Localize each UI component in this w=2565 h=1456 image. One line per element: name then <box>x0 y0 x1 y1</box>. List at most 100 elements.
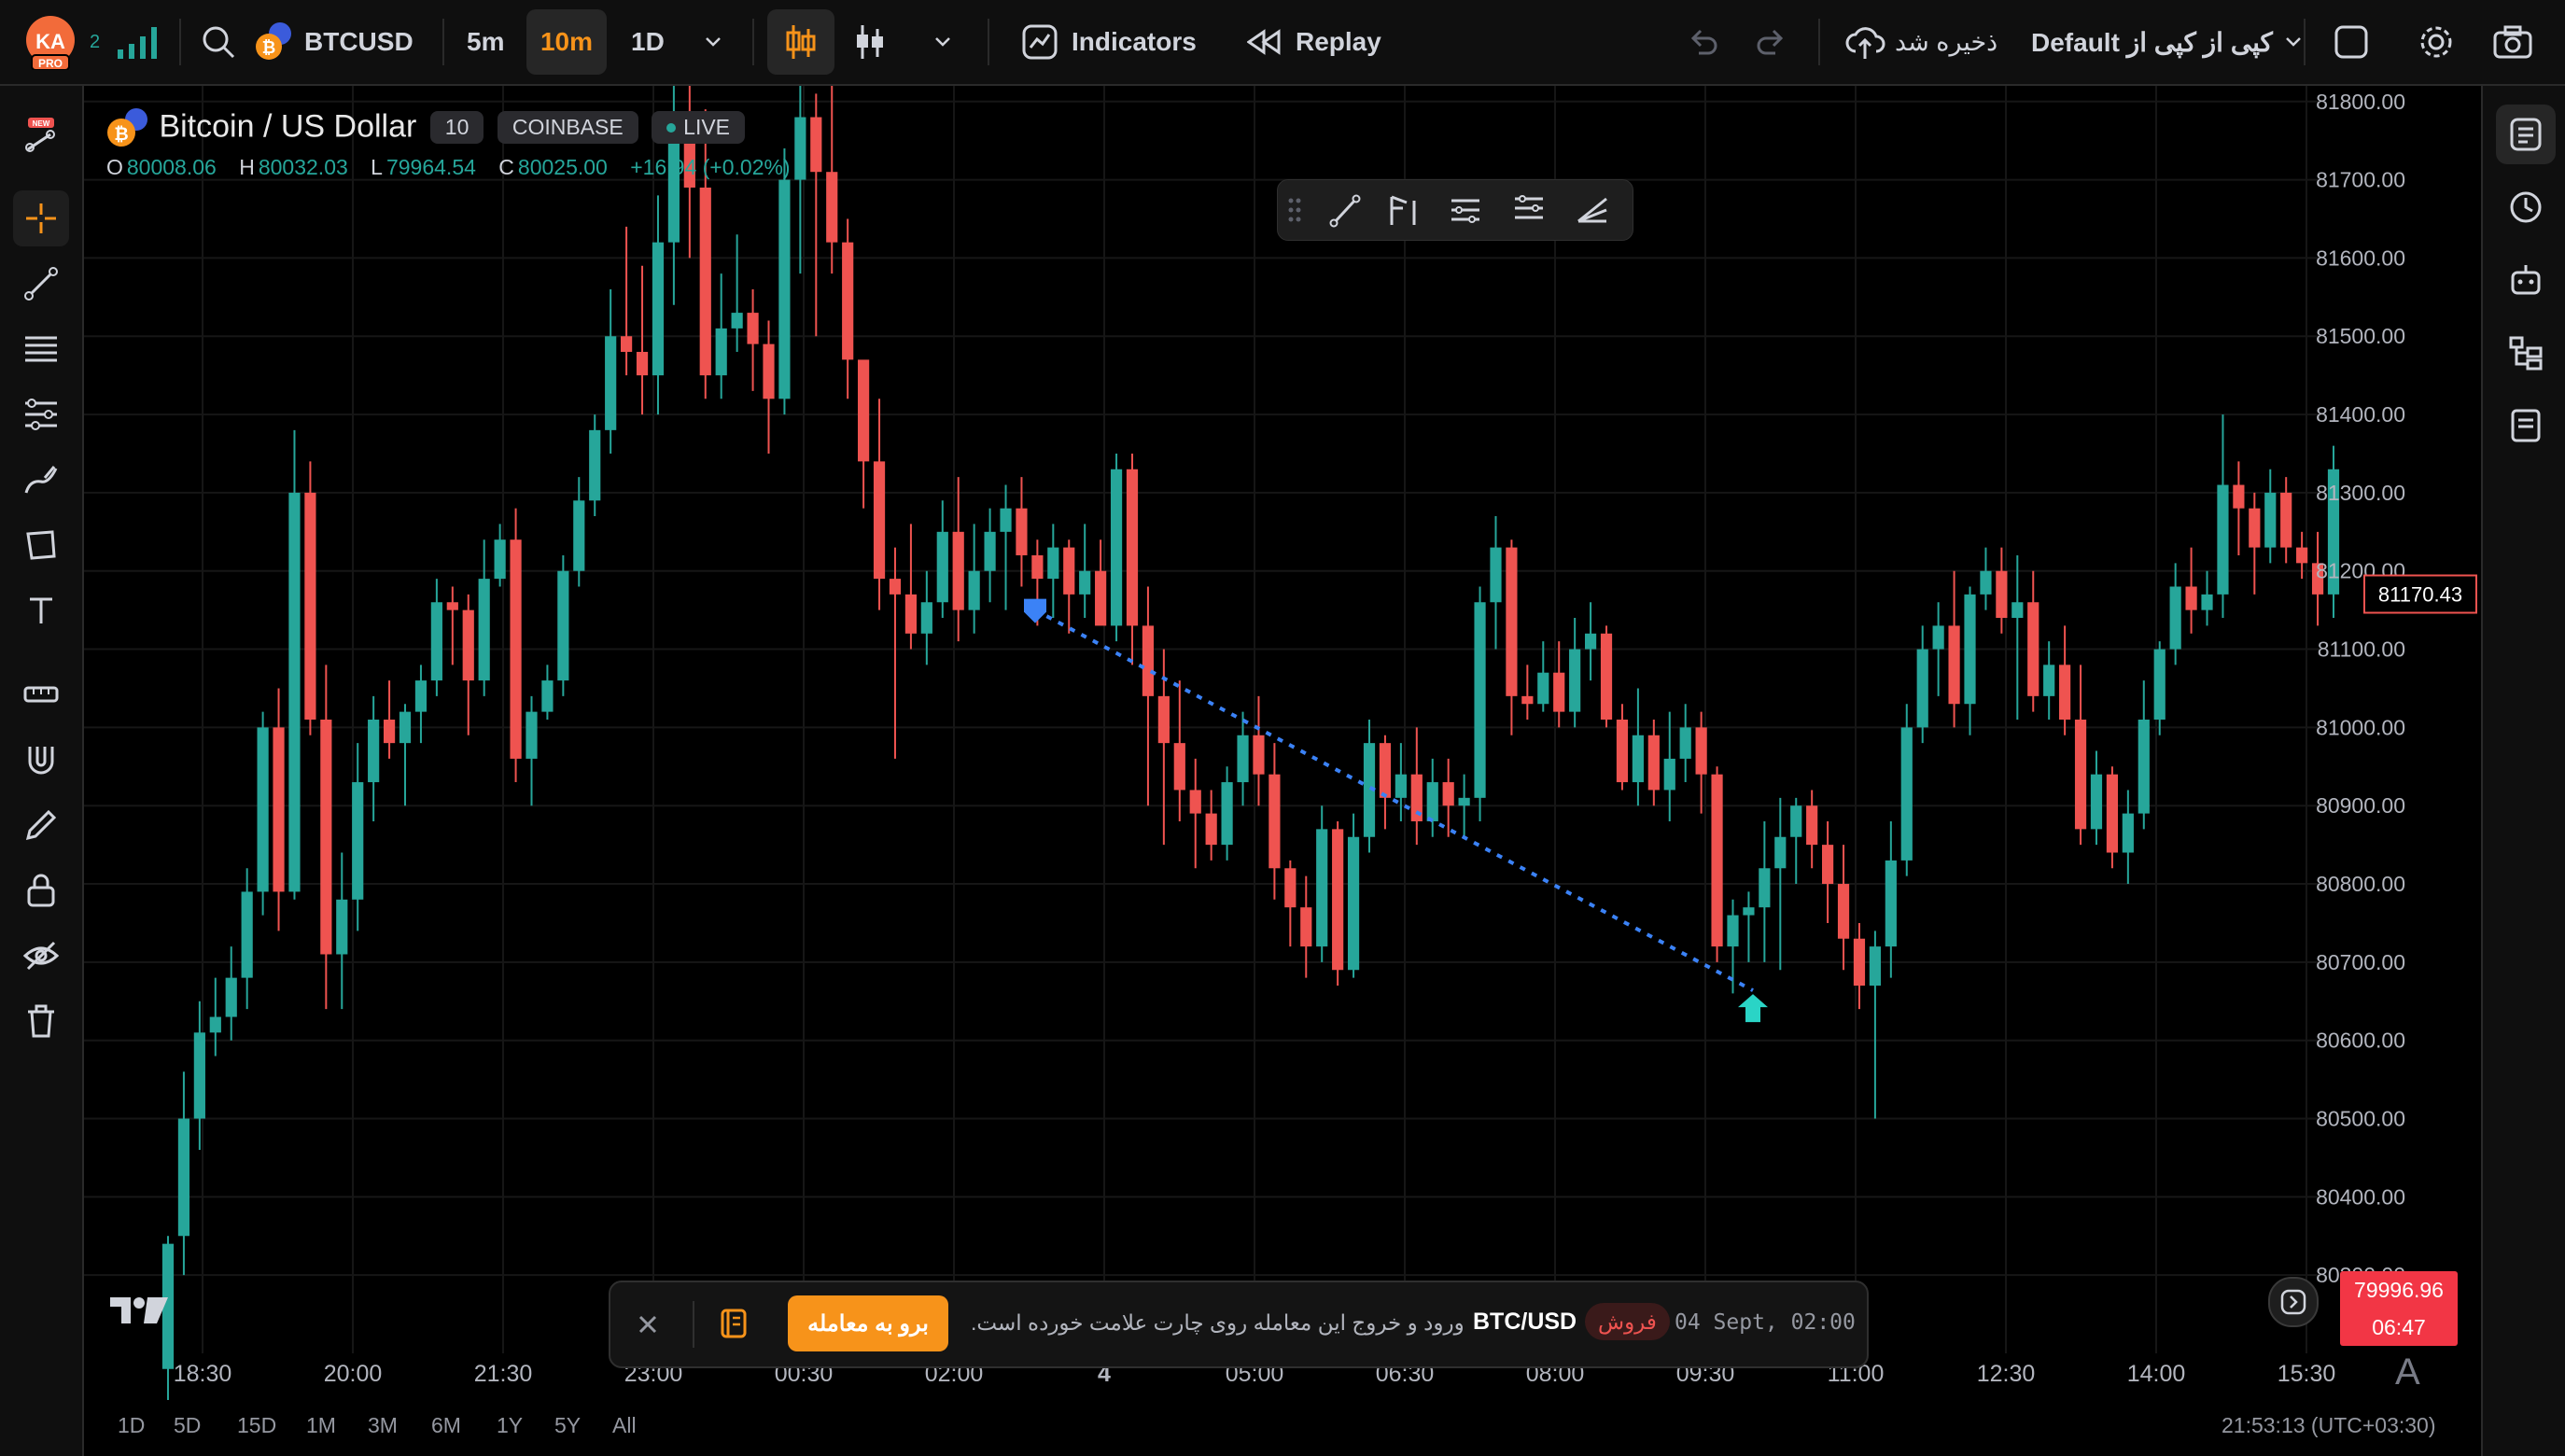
candle <box>1221 766 1233 861</box>
range-button-5d[interactable]: 5D <box>174 1413 201 1438</box>
snapshot-camera-icon[interactable] <box>2492 0 2533 84</box>
range-button-6m[interactable]: 6M <box>431 1413 461 1438</box>
undo-icon[interactable] <box>1686 0 1719 84</box>
replay-button[interactable]: Replay <box>1247 0 1381 84</box>
candle-body <box>620 336 633 353</box>
candle <box>778 148 791 415</box>
right-sidebar <box>2481 86 2565 1456</box>
interval-5m[interactable]: 5m <box>467 0 504 84</box>
candles-chart-type-button[interactable] <box>767 9 834 75</box>
ohlc-values: O 80008.06 H 80032.03 L 79964.54 C 80025.00 … <box>106 155 791 179</box>
candle-body <box>1395 774 1407 798</box>
candle-body <box>636 352 649 376</box>
float-pitchfork-icon[interactable] <box>1390 195 1416 225</box>
bars-chart-type-icon[interactable] <box>851 0 889 84</box>
symbol-title[interactable]: Bitcoin / US Dollar <box>159 109 416 145</box>
avatar-initials: KA <box>35 30 65 53</box>
candle-body <box>494 539 506 580</box>
bot-icon[interactable] <box>2496 250 2556 310</box>
scroll-to-realtime-button[interactable] <box>2268 1277 2319 1327</box>
chart-type-chevron-icon[interactable] <box>932 0 954 84</box>
range-button-15d[interactable]: 15D <box>237 1413 276 1438</box>
clock[interactable]: 21:53:13 (UTC+03:30) <box>2222 1413 2436 1438</box>
candle-body <box>241 891 253 978</box>
search-icon[interactable] <box>200 0 237 84</box>
redo-icon[interactable] <box>1755 0 1788 84</box>
bitcoin-icon: ₿ <box>256 22 291 60</box>
fullscreen-square-icon[interactable] <box>2334 0 2369 84</box>
range-button-3m[interactable]: 3M <box>368 1413 398 1438</box>
candle <box>526 695 538 806</box>
close-icon[interactable] <box>629 1306 666 1348</box>
range-button-1d[interactable]: 1D <box>118 1413 145 1438</box>
candle-body <box>1474 602 1486 798</box>
candle-body <box>209 1016 221 1033</box>
candle-body <box>1126 469 1139 626</box>
trash-icon[interactable] <box>13 993 69 1049</box>
candle <box>257 711 269 916</box>
interval-1d[interactable]: 1D <box>631 0 665 84</box>
hide-eye-icon[interactable] <box>13 928 69 984</box>
trend-line-icon[interactable] <box>13 256 69 312</box>
candle-body <box>699 187 711 376</box>
watchlist-icon[interactable] <box>2496 105 2556 164</box>
float-fib-channel-icon[interactable] <box>1515 195 1543 219</box>
price-chart[interactable]: 81800.00 81700.00 81600.00 81500.00 81400.00… <box>84 86 2479 1456</box>
crosshair-icon[interactable] <box>13 190 69 246</box>
text-tool-icon[interactable] <box>13 582 69 638</box>
float-fib-fan-icon[interactable] <box>1577 197 1607 223</box>
candle-body <box>526 711 538 759</box>
brush-icon[interactable] <box>13 452 69 508</box>
candle <box>1948 570 1960 728</box>
journal-icon[interactable] <box>717 1307 750 1345</box>
candle-body <box>1647 735 1660 791</box>
range-button-all[interactable]: All <box>612 1413 637 1438</box>
chevron-right-icon <box>2280 1289 2306 1315</box>
ruler-icon[interactable] <box>13 666 69 722</box>
candle <box>336 852 348 1010</box>
avatar[interactable]: KA PRO <box>22 0 78 84</box>
save-status[interactable]: ذخیره شد <box>1844 0 1997 84</box>
pencil-icon[interactable] <box>13 797 69 853</box>
object-tree-icon[interactable] <box>2496 323 2556 383</box>
alerts-clock-icon[interactable] <box>2496 177 2556 237</box>
candle-body <box>747 313 759 344</box>
range-button-1y[interactable]: 1Y <box>497 1413 523 1438</box>
interval-dropdown-chevron-icon[interactable] <box>702 0 724 84</box>
auto-scale-icon[interactable]: A <box>2395 1351 2420 1393</box>
notes-icon[interactable] <box>2496 396 2556 455</box>
tradingview-logo-icon[interactable] <box>108 1294 170 1332</box>
shapes-icon[interactable] <box>13 517 69 573</box>
candle <box>2059 625 2071 735</box>
symbol-search-button[interactable]: ₿ BTCUSD <box>252 0 413 84</box>
candle <box>1806 790 1818 869</box>
low-value: 79964.54 <box>385 155 476 179</box>
candle-body <box>1569 649 1581 712</box>
candle <box>1743 891 1755 962</box>
layout-menu[interactable]: Default کپی از کپی از <box>2031 0 2305 84</box>
time-tick-label: 18:30 <box>174 1361 232 1387</box>
lock-icon[interactable] <box>13 862 69 918</box>
go-to-trade-button[interactable]: برو به معامله <box>788 1295 948 1351</box>
candle-body <box>414 680 428 712</box>
fib-levels-icon[interactable] <box>13 321 69 377</box>
settings-gear-icon[interactable] <box>2418 0 2455 84</box>
candle <box>209 977 221 1057</box>
float-trend-line-icon[interactable] <box>1329 194 1361 228</box>
magnet-icon[interactable] <box>13 732 69 788</box>
candle <box>1964 586 1976 735</box>
new-feature-icon[interactable]: NEW <box>13 108 69 164</box>
candle-body <box>1253 735 1265 775</box>
last-price-label: 79996.96 <box>2354 1278 2444 1302</box>
range-button-5y[interactable]: 5Y <box>554 1413 581 1438</box>
interval-10m[interactable]: 10m <box>526 9 607 75</box>
indicators-button[interactable]: Indicators <box>1021 0 1197 84</box>
float-parallel-channel-icon[interactable] <box>1451 199 1479 223</box>
candle-body <box>1616 720 1629 783</box>
candle-body <box>2264 492 2277 548</box>
pattern-tool-icon[interactable] <box>13 386 69 442</box>
drawing-toolbar: NEW <box>0 86 84 1456</box>
candle <box>620 226 633 376</box>
candle <box>1869 931 1882 1119</box>
range-button-1m[interactable]: 1M <box>306 1413 336 1438</box>
